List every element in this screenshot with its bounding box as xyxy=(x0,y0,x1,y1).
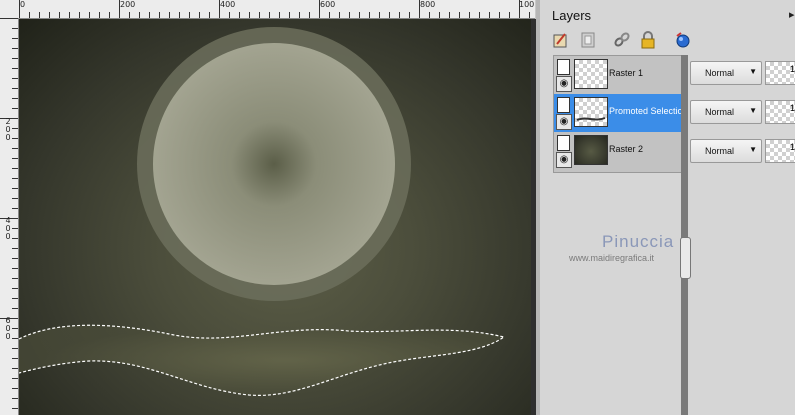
layer-icons: ◉ xyxy=(556,134,572,168)
layer-icons: ◉ xyxy=(556,96,572,130)
horizontal-ruler-ticks xyxy=(19,0,530,18)
watermark-url: www.maidiregrafica.it xyxy=(569,253,655,263)
palette-title: Layers xyxy=(552,8,592,23)
ruler-label-1000: 100 xyxy=(519,0,535,9)
chevron-down-icon: ▼ xyxy=(749,106,757,115)
image-canvas[interactable] xyxy=(19,19,531,415)
layer-doc-icon xyxy=(557,97,570,113)
visibility-eye-icon[interactable]: ◉ xyxy=(556,76,572,92)
vertical-ruler[interactable]: 2 0 0 4 0 0 6 0 0 xyxy=(0,18,19,415)
mask-icon[interactable] xyxy=(578,30,598,50)
ruler-vlabel-400-c: 0 xyxy=(5,232,11,241)
ruler-vlabel-200-c: 0 xyxy=(5,133,11,142)
ruler-label-400: 400 xyxy=(220,0,236,9)
new-raster-icon[interactable] xyxy=(551,30,571,50)
layer-scrollbar[interactable] xyxy=(681,55,688,415)
ball-icon[interactable] xyxy=(672,30,692,50)
ruler-vlabel-600-c: 0 xyxy=(5,332,11,341)
ruler-label-200: 200 xyxy=(120,0,136,9)
link-icon[interactable] xyxy=(612,30,632,50)
opacity-field[interactable]: 10 xyxy=(765,139,795,163)
disc xyxy=(153,43,395,285)
opacity-value: 10 xyxy=(790,64,795,74)
layer-doc-icon xyxy=(557,135,570,151)
lock-icon[interactable] xyxy=(638,30,658,50)
wave-selection-fill xyxy=(19,325,504,396)
layer-name: Raster 2 xyxy=(609,144,644,154)
visibility-eye-icon[interactable]: ◉ xyxy=(556,152,572,168)
layer-doc-icon xyxy=(557,59,570,75)
layer-row-promoted-selection[interactable]: ◉ Promoted Selectio xyxy=(554,94,684,132)
layer-list: ◉ Raster 1 ◉ Promoted Selectio ◉ Raster … xyxy=(553,55,685,173)
visibility-eye-icon[interactable]: ◉ xyxy=(556,114,572,130)
watermark-name: Pinuccia xyxy=(602,232,675,251)
ruler-label-0: 0 xyxy=(20,0,26,9)
layer-name: Promoted Selectio xyxy=(609,106,683,116)
layer-thumbnail xyxy=(574,135,608,165)
ruler-label-600: 600 xyxy=(320,0,336,9)
chevron-down-icon: ▼ xyxy=(749,145,757,154)
blend-mode-value: Normal xyxy=(705,107,735,117)
opacity-field[interactable]: 10 xyxy=(765,100,795,124)
opacity-field[interactable]: 10 xyxy=(765,61,795,85)
opacity-value: 10 xyxy=(790,103,795,113)
chevron-down-icon: ▼ xyxy=(749,67,757,76)
blend-mode-select[interactable]: Normal ▼ xyxy=(690,100,762,124)
layer-row-raster-1[interactable]: ◉ Raster 1 xyxy=(554,56,684,94)
layer-row-raster-2[interactable]: ◉ Raster 2 xyxy=(554,132,684,170)
palette-menu-icon[interactable]: ▸ xyxy=(789,8,795,21)
blend-mode-select[interactable]: Normal ▼ xyxy=(690,61,762,85)
layer-thumbnail xyxy=(574,97,608,127)
layer-thumbnail xyxy=(574,59,608,89)
layer-scrollbar-thumb[interactable] xyxy=(680,237,691,279)
layer-name: Raster 1 xyxy=(609,68,644,78)
blend-mode-value: Normal xyxy=(705,146,735,156)
canvas-artwork xyxy=(19,27,506,396)
horizontal-ruler[interactable]: 0 200 400 600 800 100 xyxy=(0,0,535,19)
blend-mode-select[interactable]: Normal ▼ xyxy=(690,139,762,163)
blend-mode-value: Normal xyxy=(705,68,735,78)
layers-palette: Layers ▸ ◉ Raster 1 ◉ Promoted Selectio … xyxy=(540,0,795,415)
ruler-label-800: 800 xyxy=(420,0,436,9)
opacity-value: 10 xyxy=(790,142,795,152)
layer-icons: ◉ xyxy=(556,58,572,92)
